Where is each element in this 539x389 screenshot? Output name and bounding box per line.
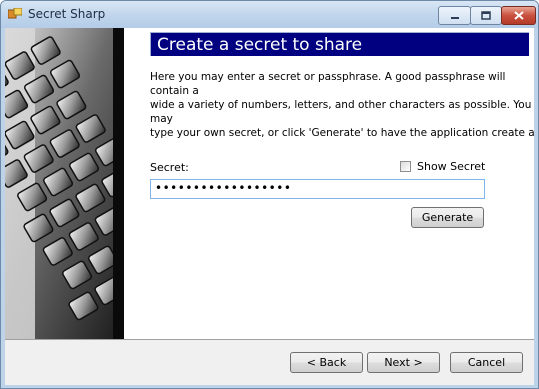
- keyboard-keys-graphic: [5, 28, 124, 339]
- title-bar[interactable]: Secret Sharp: [1, 1, 538, 28]
- minimize-icon: [450, 16, 459, 19]
- show-secret-label: Show Secret: [417, 160, 486, 173]
- back-button[interactable]: < Back: [290, 352, 363, 373]
- keyboard-banner-image: [5, 28, 124, 339]
- maximize-icon: [481, 11, 491, 20]
- page-description: Here you may enter a secret or passphras…: [150, 71, 535, 139]
- generate-button[interactable]: Generate: [411, 207, 484, 228]
- maximize-button[interactable]: [470, 6, 502, 25]
- wizard-client-area: Create a secret to share Here you may en…: [5, 28, 535, 385]
- cancel-button[interactable]: Cancel: [450, 352, 523, 373]
- next-button[interactable]: Next >: [367, 352, 440, 373]
- window-title: Secret Sharp: [28, 7, 106, 21]
- show-secret-toggle[interactable]: Show Secret: [400, 160, 485, 173]
- wizard-page-content: Create a secret to share Here you may en…: [124, 28, 535, 339]
- wizard-footer: < Back Next > Cancel: [5, 339, 534, 385]
- page-header-bar: Create a secret to share: [150, 32, 529, 56]
- minimize-button[interactable]: [438, 6, 471, 25]
- show-secret-checkbox[interactable]: [400, 161, 411, 172]
- secret-label: Secret:: [150, 161, 189, 174]
- secret-input[interactable]: ••••••••••••••••••: [150, 179, 485, 199]
- app-icon: [8, 8, 22, 19]
- close-icon: [513, 11, 524, 20]
- close-button[interactable]: [501, 6, 536, 25]
- page-title: Create a secret to share: [157, 35, 363, 55]
- app-window: Secret Sharp Create a secret to share He…: [0, 0, 539, 389]
